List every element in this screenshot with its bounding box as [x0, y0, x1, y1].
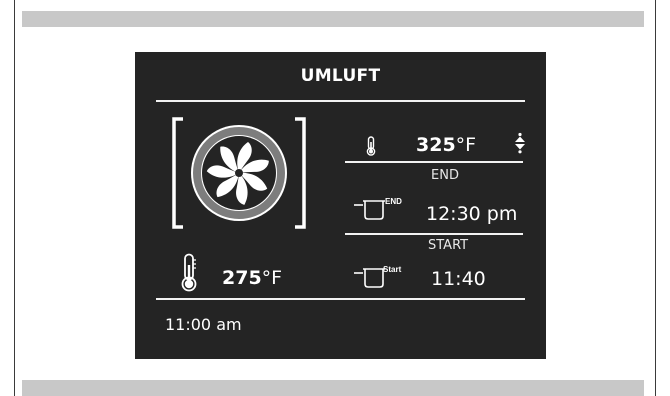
end-divider — [345, 233, 523, 235]
start-label: START — [428, 238, 469, 253]
mode-title: UMLUFT — [300, 66, 381, 86]
end-label: END — [431, 168, 459, 183]
oven-temp-divider — [345, 161, 523, 163]
thermometer-icon — [366, 136, 376, 156]
start-time[interactable]: 11:40 — [431, 270, 486, 289]
core-temperature[interactable]: 275°F — [222, 269, 282, 288]
start-pot-icon[interactable]: Start — [352, 261, 410, 289]
bottom-gray-bar — [22, 380, 644, 396]
clock[interactable]: 11:00 am — [165, 317, 242, 333]
oven-temperature-value: 325 — [416, 134, 456, 156]
end-pot-text: END — [385, 197, 402, 206]
top-gray-bar — [22, 11, 644, 27]
core-temperature-unit: °F — [261, 267, 283, 289]
fan-icon[interactable] — [169, 114, 309, 232]
start-pot-text: Start — [383, 265, 402, 274]
end-pot-icon[interactable]: END — [352, 193, 410, 221]
bottom-divider — [156, 298, 525, 300]
oven-temperature-unit: °F — [455, 134, 477, 156]
core-temperature-probe-icon — [181, 253, 197, 292]
oven-display: UMLUFT 325°F END END 12:30 pm START Star… — [135, 52, 546, 359]
title-divider — [156, 100, 525, 102]
end-time[interactable]: 12:30 pm — [426, 205, 517, 224]
core-temperature-value: 275 — [222, 267, 262, 289]
up-down-arrows-icon[interactable] — [514, 132, 526, 154]
oven-temperature[interactable]: 325°F — [416, 136, 476, 155]
